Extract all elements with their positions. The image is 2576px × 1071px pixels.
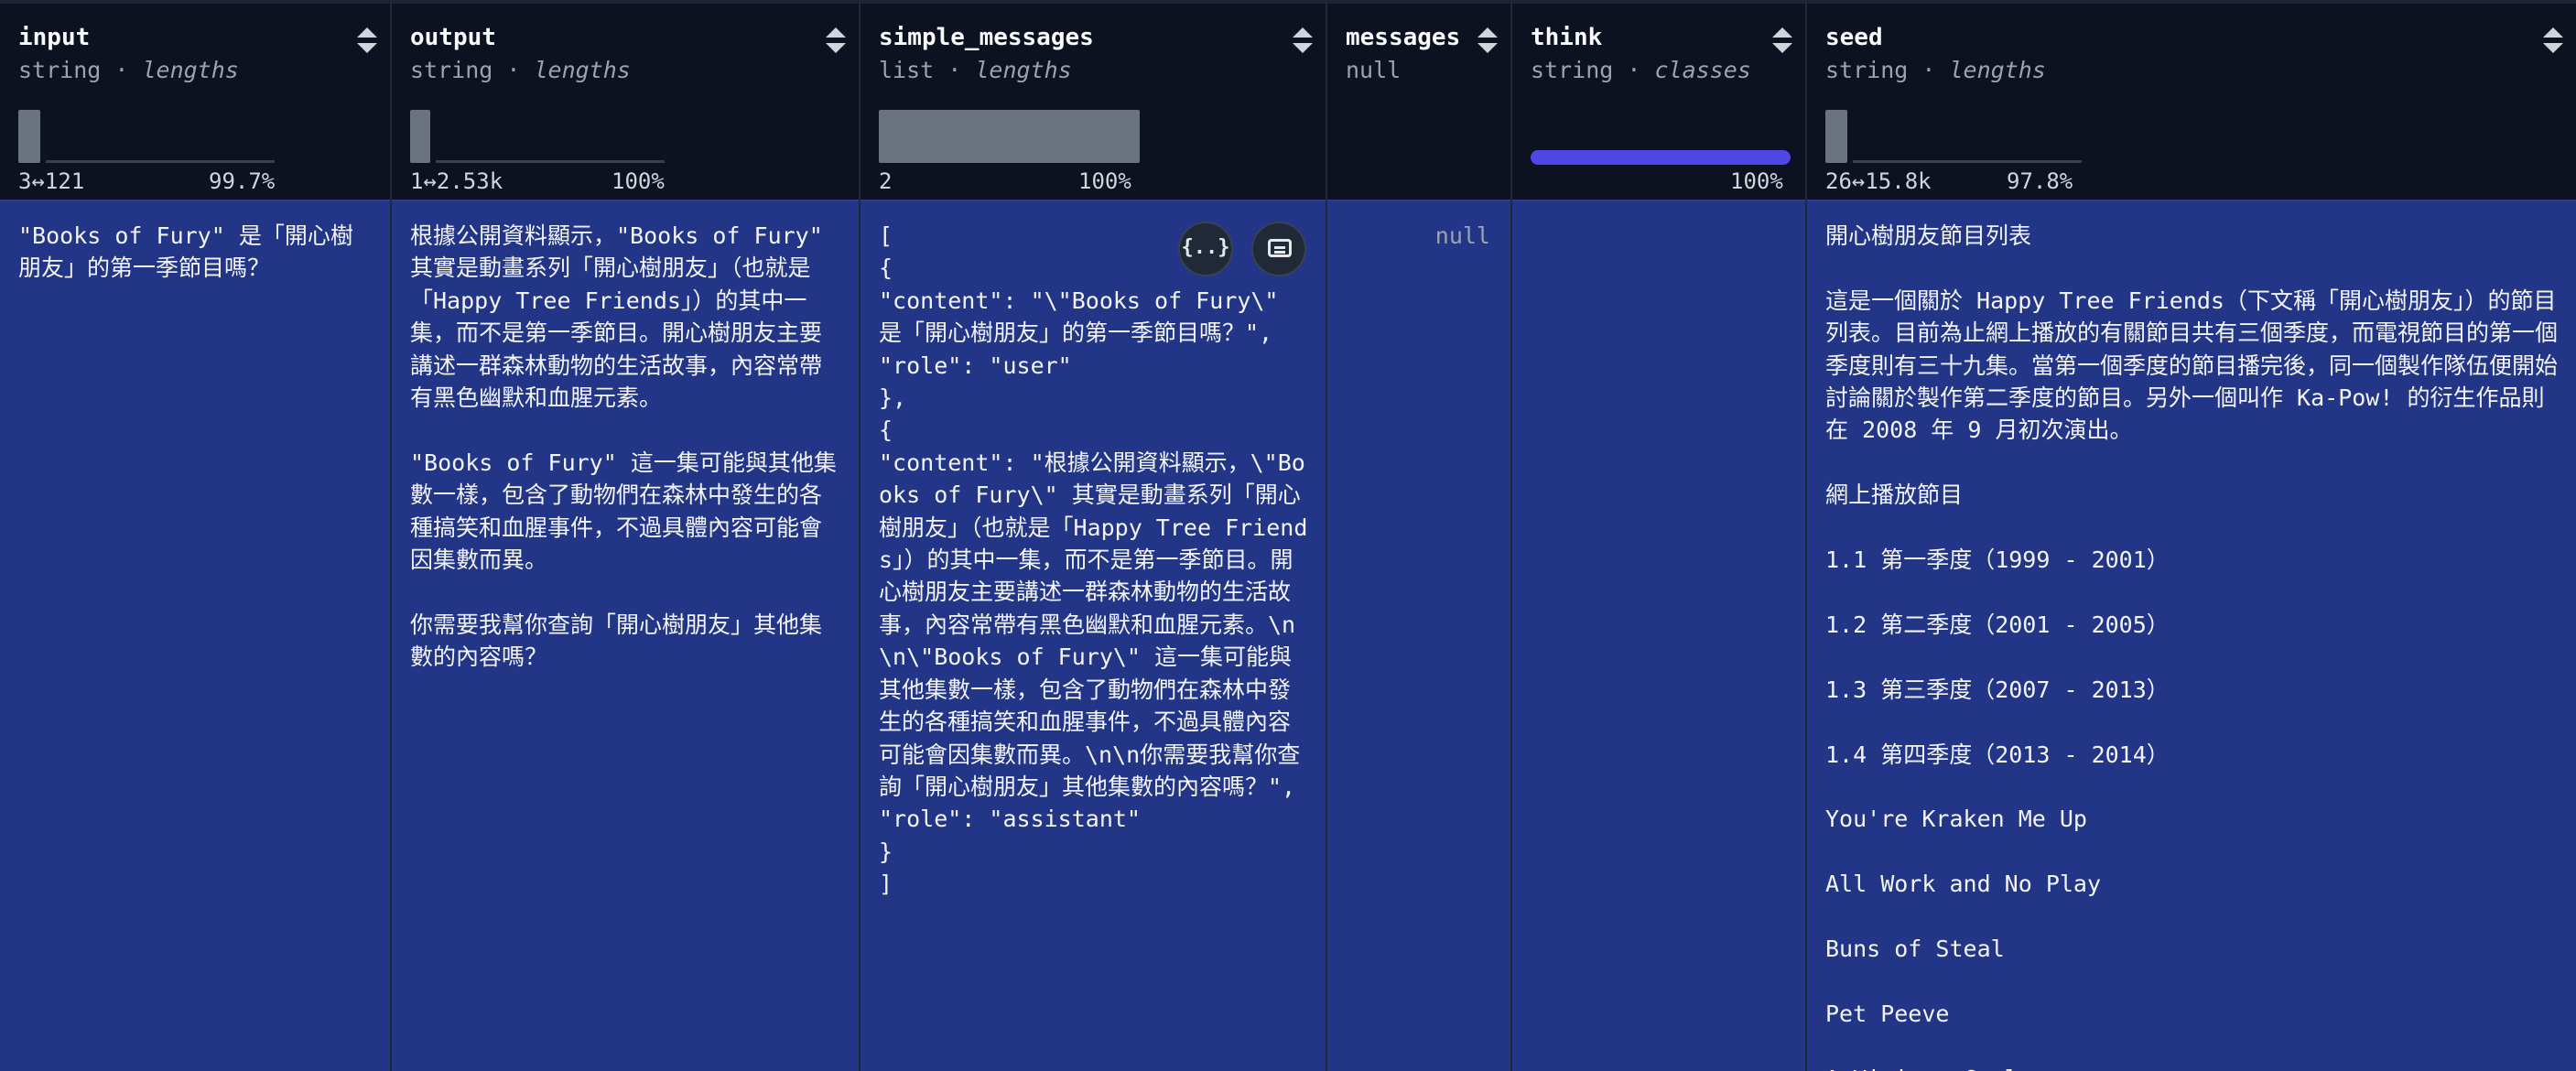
column-messages: messages null null xyxy=(1327,0,1512,1071)
length-percent: 100% xyxy=(612,168,665,194)
sort-icon[interactable] xyxy=(1293,27,1313,57)
cell-seed[interactable]: 開心樹朋友節目列表 這是一個關於 Happy Tree Friends（下文稱「… xyxy=(1807,200,2576,1071)
sort-icon[interactable] xyxy=(357,27,377,57)
cell-simple-messages[interactable]: [ { "content": "\"Books of Fury\" 是「開心樹朋… xyxy=(860,200,1326,1071)
length-range: 3↔121 xyxy=(18,168,85,194)
cell-think[interactable] xyxy=(1512,200,1805,1071)
length-range: 2 xyxy=(879,168,893,194)
column-type: string · lengths xyxy=(18,57,239,83)
column-name: input xyxy=(18,24,91,51)
column-type: string · lengths xyxy=(1825,57,2046,83)
column-header-input[interactable]: input string · lengths 3↔121 99.7% xyxy=(0,0,390,200)
column-type: null xyxy=(1346,57,1402,83)
column-type: list · lengths xyxy=(879,57,1072,83)
sort-icon[interactable] xyxy=(1772,27,1792,57)
length-range: 1↔2.53k xyxy=(410,168,503,194)
class-percent: 100% xyxy=(1730,168,1783,194)
column-header-seed[interactable]: seed string · lengths 26↔15.8k 97.8% xyxy=(1807,0,2576,200)
column-seed: seed string · lengths 26↔15.8k 97.8% 開心樹… xyxy=(1807,0,2576,1071)
length-range: 26↔15.8k xyxy=(1825,168,1932,194)
column-input: input string · lengths 3↔121 99.7% "Book… xyxy=(0,0,392,1071)
column-header-output[interactable]: output string · lengths 1↔2.53k 100% xyxy=(392,0,859,200)
column-name: output xyxy=(410,24,496,51)
dataset-viewer: input string · lengths 3↔121 99.7% "Book… xyxy=(0,0,2576,1071)
length-percent: 100% xyxy=(1078,168,1131,194)
column-simple-messages: simple_messages list · lengths 2 100% [ … xyxy=(860,0,1327,1071)
column-output: output string · lengths 1↔2.53k 100% 根據公… xyxy=(392,0,860,1071)
column-think: think string · classes 100% xyxy=(1512,0,1807,1071)
column-name: messages xyxy=(1346,24,1461,51)
chat-view-button[interactable] xyxy=(1251,222,1306,276)
chat-bubble-icon xyxy=(1268,239,1292,257)
column-type: string · classes xyxy=(1531,57,1751,83)
length-percent: 97.8% xyxy=(2007,168,2073,194)
sort-icon[interactable] xyxy=(2543,27,2563,57)
column-name: think xyxy=(1531,24,1603,51)
sort-icon[interactable] xyxy=(1477,27,1498,57)
length-histogram xyxy=(1825,108,2086,163)
length-percent: 99.7% xyxy=(209,168,276,194)
column-header-think[interactable]: think string · classes 100% xyxy=(1512,0,1805,200)
column-name: seed xyxy=(1825,24,1883,51)
braces-icon: {..} xyxy=(1181,236,1230,259)
column-header-simple-messages[interactable]: simple_messages list · lengths 2 100% xyxy=(860,0,1326,200)
cell-output[interactable]: 根據公開資料顯示，"Books of Fury" 其實是動畫系列「開心樹朋友」（… xyxy=(392,200,859,1071)
column-type: string · lengths xyxy=(410,57,631,83)
class-distribution-bar xyxy=(1531,150,1791,165)
cell-messages[interactable]: null xyxy=(1327,200,1510,1071)
sort-icon[interactable] xyxy=(826,27,846,57)
cell-input[interactable]: "Books of Fury" 是「開心樹朋友」的第一季節目嗎？ xyxy=(0,200,390,1071)
length-histogram xyxy=(410,108,671,163)
length-histogram xyxy=(18,108,279,163)
json-view-button[interactable]: {..} xyxy=(1178,222,1233,276)
column-name: simple_messages xyxy=(879,24,1094,51)
length-histogram xyxy=(879,108,1140,163)
column-header-messages[interactable]: messages null xyxy=(1327,0,1510,200)
